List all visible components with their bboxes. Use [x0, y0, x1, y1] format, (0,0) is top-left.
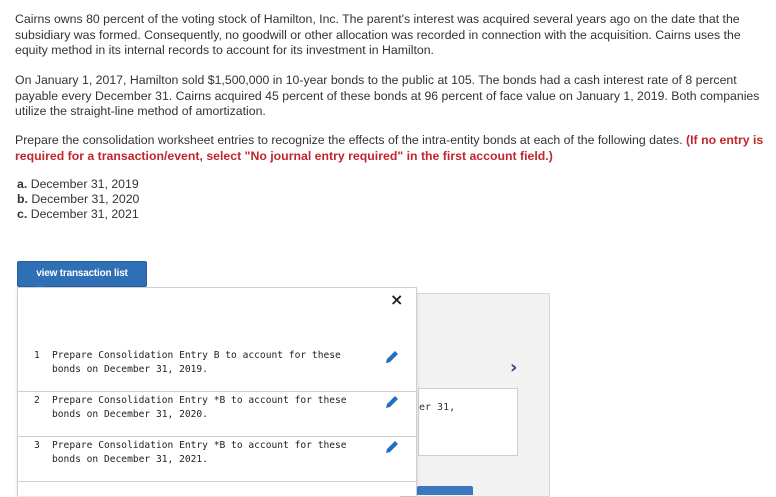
background-button[interactable] [417, 486, 473, 495]
transaction-list-popup: × 1 Prepare Consolidation Entry B to acc… [17, 287, 417, 496]
transaction-text: Prepare Consolidation Entry B to account… [52, 350, 341, 375]
transaction-number: 1 [34, 350, 40, 361]
transaction-number: 3 [34, 440, 40, 451]
view-transaction-list-button[interactable]: view transaction list [17, 261, 147, 287]
transaction-row[interactable]: 2 Prepare Consolidation Entry *B to acco… [18, 391, 416, 437]
pencil-icon[interactable] [383, 348, 401, 371]
part-a: a. December 31, 2019 [17, 177, 139, 191]
instruction-text: Prepare the consolidation worksheet entr… [15, 133, 683, 147]
pencil-icon[interactable] [383, 393, 401, 416]
transaction-number: 2 [34, 395, 40, 406]
transaction-text: Prepare Consolidation Entry *B to accoun… [52, 395, 347, 420]
background-entry-box: er 31, [418, 388, 518, 456]
problem-paragraph-2: On January 1, 2017, Hamilton sold $1,500… [15, 73, 760, 118]
part-b: b. December 31, 2020 [17, 192, 140, 206]
transaction-row[interactable]: 3 Prepare Consolidation Entry *B to acco… [18, 436, 416, 482]
parts-list: a. December 31, 2019 b. December 31, 202… [17, 177, 139, 222]
transaction-row[interactable]: 1 Prepare Consolidation Entry B to accou… [18, 346, 416, 392]
problem-paragraph-1: Cairns owns 80 percent of the voting sto… [15, 12, 741, 57]
transaction-text: Prepare Consolidation Entry *B to accoun… [52, 440, 347, 465]
close-icon[interactable]: × [390, 290, 403, 309]
part-c: c. December 31, 2021 [17, 207, 139, 221]
pencil-icon[interactable] [383, 438, 401, 461]
background-box-text: er 31, [419, 402, 456, 413]
chevron-right-icon[interactable]: › [510, 357, 517, 378]
problem-paragraph-3: Prepare the consolidation worksheet entr… [15, 133, 765, 164]
